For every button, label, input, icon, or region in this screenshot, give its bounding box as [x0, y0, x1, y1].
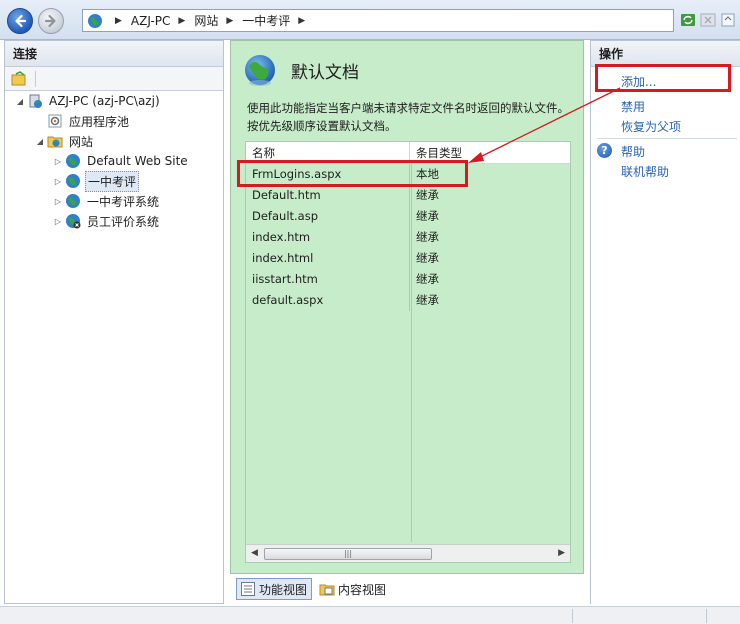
actions-panel: 操作 添加... 禁用 恢复为父项 ? 帮助 联机帮助 [590, 40, 740, 604]
column-divider [411, 164, 412, 542]
revert-to-parent-link[interactable]: 恢复为父项 [621, 118, 681, 135]
expander-icon[interactable]: ◢ [35, 137, 45, 146]
content-view-icon [319, 581, 335, 597]
server-icon [27, 93, 43, 109]
expander-icon[interactable]: ▷ [53, 157, 63, 166]
expander-icon[interactable]: ▷ [53, 217, 63, 226]
breadcrumb-item[interactable]: AZJ-PC [131, 14, 171, 28]
horizontal-scrollbar[interactable]: ◀ ||| ▶ [246, 544, 570, 562]
tab-features-view[interactable]: 功能视图 [236, 578, 313, 600]
tree-item-yizhong-kaoping[interactable]: ▷ 一中考评 [53, 170, 140, 192]
page-title: 默认文档 [291, 62, 359, 83]
refresh-icon[interactable] [680, 12, 696, 28]
tab-content-view[interactable]: 内容视图 [316, 578, 390, 600]
tree-item-yizhong-kaoping-system[interactable]: ▷ 一中考评系统 [53, 191, 161, 211]
list-row[interactable]: Default.htm 继承 [246, 185, 570, 206]
navigation-bar: ▶ AZJ-PC ▶ 网站 ▶ 一中考评 ▶ [0, 0, 740, 40]
tree-item-employee-evaluation[interactable]: ▷ 员工评价系统 [53, 211, 161, 231]
breadcrumb-separator: ▶ [298, 15, 306, 26]
scroll-left-icon[interactable]: ◀ [251, 548, 258, 558]
annotation-highlight-frmlogins [237, 160, 468, 187]
address-bar[interactable]: ▶ AZJ-PC ▶ 网站 ▶ 一中考评 ▶ [82, 9, 674, 32]
list-row[interactable]: iisstart.htm 继承 [246, 269, 570, 290]
status-divider [706, 609, 707, 623]
list-row[interactable]: Default.asp 继承 [246, 206, 570, 227]
app-pool-icon [47, 113, 63, 129]
breadcrumb-separator: ▶ [178, 15, 186, 26]
list-row[interactable]: index.htm 继承 [246, 227, 570, 248]
view-switcher: 功能视图 内容视图 [236, 578, 390, 600]
expander-icon[interactable]: ▷ [53, 197, 63, 206]
tree-item-app-pools[interactable]: 应用程序池 [35, 111, 131, 131]
actions-divider [597, 138, 737, 139]
expander-icon[interactable]: ▷ [53, 177, 63, 186]
status-bar [0, 606, 740, 624]
online-help-link[interactable]: 联机帮助 [621, 163, 669, 180]
stopped-globe-icon [65, 213, 81, 229]
breadcrumb-separator: ▶ [115, 15, 122, 26]
connections-panel: 连接 ◢ AZJ-PC (azj-PC\azj) 应用程序池 ◢ 网站 ▷ De… [4, 40, 224, 604]
toolbar-icons [680, 12, 736, 28]
feature-description: 使用此功能指定当客户端未请求特定文件名时返回的默认文件。按优先级顺序设置默认文档… [247, 101, 569, 133]
globe-icon [65, 173, 81, 189]
list-row[interactable]: index.html 继承 [246, 248, 570, 269]
default-document-panel: 默认文档 使用此功能指定当客户端未请求特定文件名时返回的默认文件。按优先级顺序设… [230, 40, 584, 574]
connect-icon[interactable] [11, 70, 27, 87]
address-globe-icon [87, 13, 103, 29]
back-button[interactable] [7, 8, 33, 34]
help-link[interactable]: 帮助 [621, 143, 645, 160]
home-icon[interactable] [720, 12, 736, 28]
features-view-icon [240, 581, 256, 597]
breadcrumb-item[interactable]: 网站 [194, 12, 218, 29]
connections-title: 连接 [5, 41, 223, 67]
forward-arrow-icon [44, 14, 56, 28]
tree-item-server[interactable]: ◢ AZJ-PC (azj-PC\azj) [15, 91, 162, 111]
stop-icon[interactable] [700, 12, 716, 28]
globe-icon [65, 193, 81, 209]
expander-icon[interactable]: ◢ [15, 97, 25, 106]
disable-link[interactable]: 禁用 [621, 98, 645, 115]
status-divider [572, 609, 573, 623]
scrollbar-thumb[interactable]: ||| [264, 548, 432, 560]
connections-toolbar [5, 67, 223, 91]
list-row[interactable]: default.aspx 继承 [246, 290, 570, 311]
back-arrow-icon [15, 14, 27, 28]
content-header: 默认文档 [243, 53, 359, 87]
default-document-globe-icon [243, 53, 277, 87]
scroll-right-icon[interactable]: ▶ [558, 548, 565, 558]
breadcrumb-separator: ▶ [226, 15, 234, 26]
tree-item-default-web-site[interactable]: ▷ Default Web Site [53, 151, 190, 171]
globe-icon [65, 153, 81, 169]
breadcrumb-item[interactable]: 一中考评 [242, 12, 290, 29]
annotation-highlight-add [595, 64, 731, 92]
help-icon: ? [597, 143, 612, 158]
forward-button[interactable] [38, 8, 64, 34]
default-document-list[interactable]: 名称 条目类型 FrmLogins.aspx 本地 Default.htm 继承… [245, 141, 571, 563]
sites-folder-icon [47, 133, 63, 149]
toolbar-divider [35, 70, 36, 87]
tree-item-sites[interactable]: ◢ 网站 [35, 131, 95, 151]
